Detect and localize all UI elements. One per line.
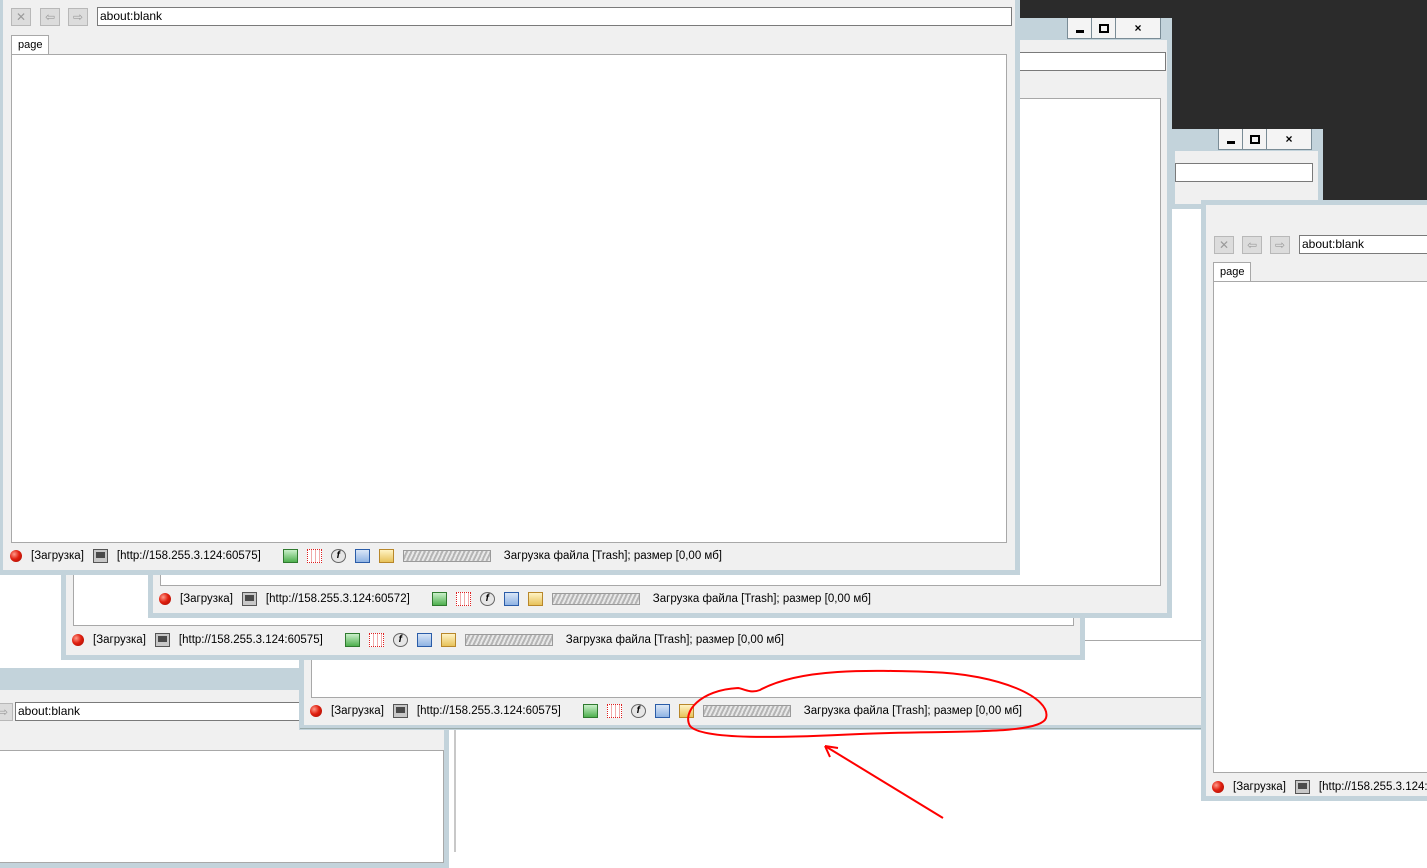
status-bar: [Загрузка] [http://158.255.3.124:60575] … [310,700,1022,722]
forward-icon[interactable]: ⇨ [0,703,13,721]
network-icon[interactable] [241,592,257,606]
progress-bar [402,550,491,562]
back-icon[interactable]: ⇦ [1242,236,1262,254]
grid-icon[interactable] [306,549,322,563]
network-icon[interactable] [92,549,108,563]
status-loading-label: [Загрузка] [331,705,384,717]
flash-icon[interactable]: f [392,633,408,647]
windows-icon[interactable] [503,592,519,606]
page-content [11,54,1007,543]
close-button[interactable]: × [1267,129,1311,149]
progress-bar [464,634,553,646]
status-dot-icon [10,550,22,562]
status-bar: [Загрузка] [http://158.255.3.124:60572] … [159,588,871,610]
back-icon[interactable]: ⇦ [40,8,60,26]
toolbar [1175,160,1318,186]
address-input[interactable]: about:blank [1299,235,1427,254]
status-file-text: Загрузка файла [Trash]; размер [0,00 мб] [803,705,1022,717]
script-icon[interactable] [378,549,394,563]
status-url: [http://158.255.3.124:60572] [265,593,410,605]
browser-window-6: ✕ ⇦ ⇨ about:blank page [Загрузка] [http:… [1201,200,1427,801]
status-bar: [Загрузка] [http://158.255.3.124:60575] … [10,545,722,567]
image-download-icon[interactable] [282,549,298,563]
annotation-arrow-head [824,745,839,758]
status-dot-icon [310,705,322,717]
image-download-icon[interactable] [344,633,360,647]
stop-icon[interactable]: ✕ [11,8,31,26]
image-download-icon[interactable] [582,704,598,718]
browser-window-7: × [1170,129,1323,209]
page-content [0,750,444,863]
status-file-text: Загрузка файла [Trash]; размер [0,00 мб] [652,593,871,605]
status-loading-label: [Загрузка] [31,550,84,562]
status-file-text: Загрузка файла [Trash]; размер [0,00 мб] [565,634,784,646]
network-icon[interactable] [154,633,170,647]
flash-icon[interactable]: f [630,704,646,718]
script-icon[interactable] [678,704,694,718]
page-content [1213,281,1427,773]
toolbar: ✕ ⇦ ⇨ about:blank [3,4,1015,30]
status-loading-label: [Загрузка] [180,593,233,605]
status-dot-icon [159,593,171,605]
close-button[interactable]: × [1116,18,1160,38]
status-dot-icon [72,634,84,646]
progress-bar [702,705,791,717]
tab-page[interactable]: page [1213,262,1252,282]
grid-icon[interactable] [606,704,622,718]
minimize-button[interactable] [1219,129,1243,149]
windows-icon[interactable] [416,633,432,647]
window-controls: × [1218,129,1312,150]
script-icon[interactable] [440,633,456,647]
status-file-text: Загрузка файла [Trash]; размер [0,00 мб] [503,550,722,562]
browser-window-1: ✕ ⇦ ⇨ about:blank page [Загрузка] [http:… [0,0,1020,575]
network-icon[interactable] [392,704,408,718]
forward-icon[interactable]: ⇨ [68,8,88,26]
script-icon[interactable] [527,592,543,606]
window-controls: × [1067,18,1161,39]
stop-icon[interactable]: ✕ [1214,236,1234,254]
image-download-icon[interactable] [431,592,447,606]
maximize-button[interactable] [1243,129,1267,149]
status-url: [http://158.255.3.124:60575] [116,550,261,562]
address-input[interactable]: about:blank [97,7,1012,26]
grid-icon[interactable] [455,592,471,606]
flash-icon[interactable]: f [330,549,346,563]
grid-icon[interactable] [368,633,384,647]
toolbar: ✕ ⇦ ⇨ about:blank [1206,232,1427,258]
annotation-arrow-line [824,745,944,819]
tab-page[interactable]: page [11,35,50,55]
status-url: [http://158.255.3.124:60575] [178,634,323,646]
address-input[interactable] [1175,163,1313,182]
network-icon[interactable] [1294,780,1310,794]
windows-icon[interactable] [654,704,670,718]
status-bar: [Загрузка] [http://158.255.3.124:60575] … [72,629,784,651]
divider [454,730,456,852]
flash-icon[interactable]: f [479,592,495,606]
status-loading-label: [Загрузка] [93,634,146,646]
status-bar: [Загрузка] [http://158.255.3.124:6 [1212,776,1427,798]
maximize-button[interactable] [1092,18,1116,38]
minimize-button[interactable] [1068,18,1092,38]
status-loading-label: [Загрузка] [1233,781,1286,793]
windows-icon[interactable] [354,549,370,563]
status-url: [http://158.255.3.124:60575] [416,705,561,717]
status-dot-icon [1212,781,1224,793]
forward-icon[interactable]: ⇨ [1270,236,1290,254]
status-url: [http://158.255.3.124:6 [1318,781,1427,793]
progress-bar [551,593,640,605]
